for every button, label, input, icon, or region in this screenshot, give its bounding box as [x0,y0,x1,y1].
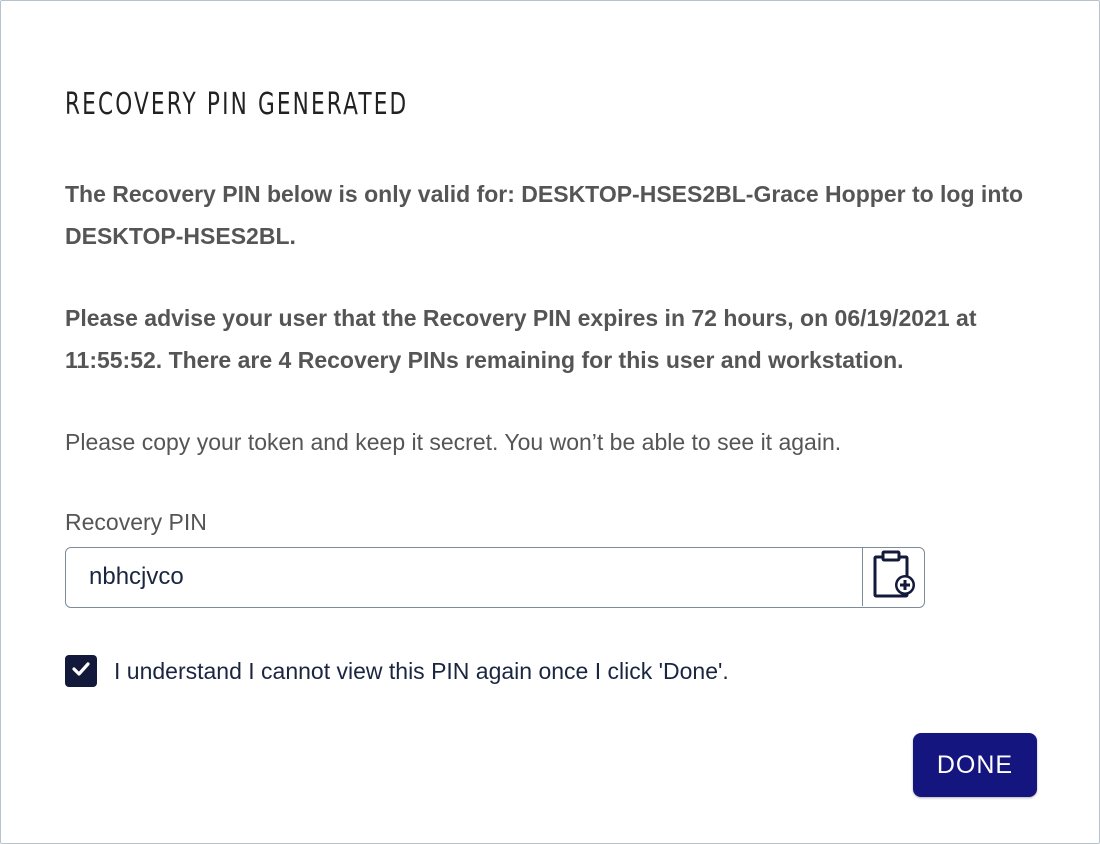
recovery-pin-input[interactable] [89,548,849,606]
expiry-message: Please advise your user that the Recover… [65,305,977,373]
done-button[interactable]: DONE [913,733,1037,797]
confirm-row: I understand I cannot view this PIN agai… [65,655,729,687]
validity-message: The Recovery PIN below is only valid for… [65,181,1024,249]
confirm-checkbox[interactable] [65,655,97,687]
confirm-label[interactable]: I understand I cannot view this PIN agai… [114,658,729,685]
recovery-pin-label: Recovery PIN [65,509,207,535]
checkmark-icon [70,658,92,684]
copy-pin-button[interactable] [862,548,924,606]
recovery-pin-field [65,547,925,608]
recovery-pin-dialog: RECOVERY PIN GENERATED The Recovery PIN … [0,0,1100,844]
copy-instruction: Please copy your token and keep it secre… [65,429,842,455]
clipboard-add-icon [872,550,916,604]
dialog-title: RECOVERY PIN GENERATED [65,87,409,122]
